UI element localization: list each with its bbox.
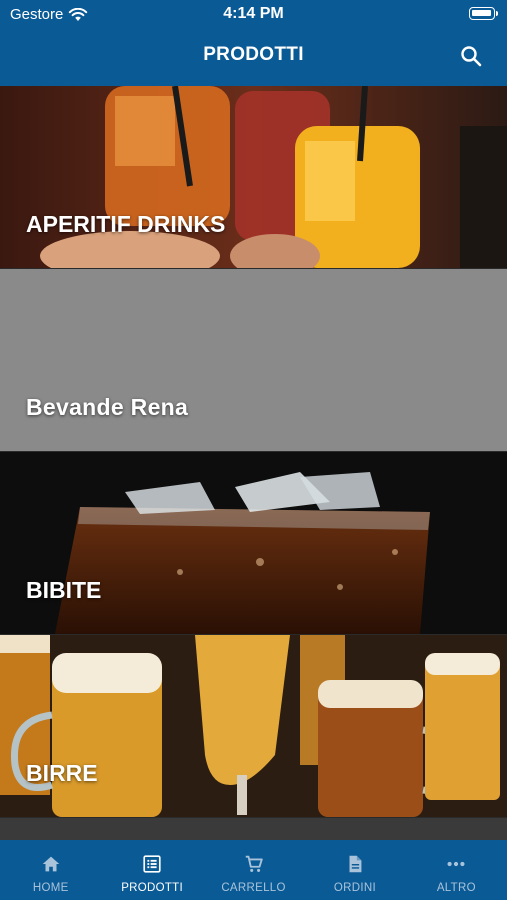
search-icon (461, 46, 482, 67)
status-time: 4:14 PM (223, 5, 284, 22)
tab-home[interactable]: HOME (0, 840, 101, 900)
tab-bar: HOME PRODOTTI CARRELLO ORDINI ALTRO (0, 840, 507, 900)
battery-icon (469, 7, 498, 20)
tab-label: CARRELLO (221, 882, 286, 894)
header-bar: Gestore 4:14 PM PRODOTTI (0, 0, 507, 86)
tab-label: HOME (32, 882, 69, 894)
more-icon (447, 861, 465, 867)
birre-image (0, 635, 507, 817)
aperitif-image (0, 86, 507, 268)
category-bibite[interactable]: BIBITE (0, 452, 507, 634)
home-icon (42, 856, 59, 872)
cart-icon (245, 855, 263, 872)
tab-carrello[interactable]: CARRELLO (203, 840, 304, 900)
category-label: BIRRE (26, 760, 98, 786)
bibite-image (0, 452, 507, 634)
category-label: APERITIF DRINKS (26, 211, 226, 237)
category-next-partial[interactable] (0, 818, 507, 840)
category-birre[interactable]: BIRRE (0, 635, 507, 817)
search-button[interactable] (459, 44, 483, 68)
tab-altro[interactable]: ALTRO (406, 840, 507, 900)
tab-label: ALTRO (436, 882, 476, 894)
category-aperitif-drinks[interactable]: APERITIF DRINKS (0, 86, 507, 268)
list-icon (143, 855, 161, 873)
category-label: BIBITE (26, 577, 102, 603)
document-icon (349, 855, 362, 873)
tab-ordini[interactable]: ORDINI (304, 840, 405, 900)
status-bar: Gestore 4:14 PM (0, 0, 507, 30)
tab-label: PRODOTTI (121, 882, 184, 894)
category-bevande-rena[interactable]: Bevande Rena (0, 269, 507, 451)
category-label: Bevande Rena (26, 394, 189, 420)
page-title: PRODOTTI (203, 44, 304, 65)
tab-prodotti[interactable]: PRODOTTI (101, 840, 202, 900)
tab-label: ORDINI (333, 882, 376, 894)
category-list: APERITIF DRINKS Bevande Rena BIBITE BIRR… (0, 86, 507, 840)
